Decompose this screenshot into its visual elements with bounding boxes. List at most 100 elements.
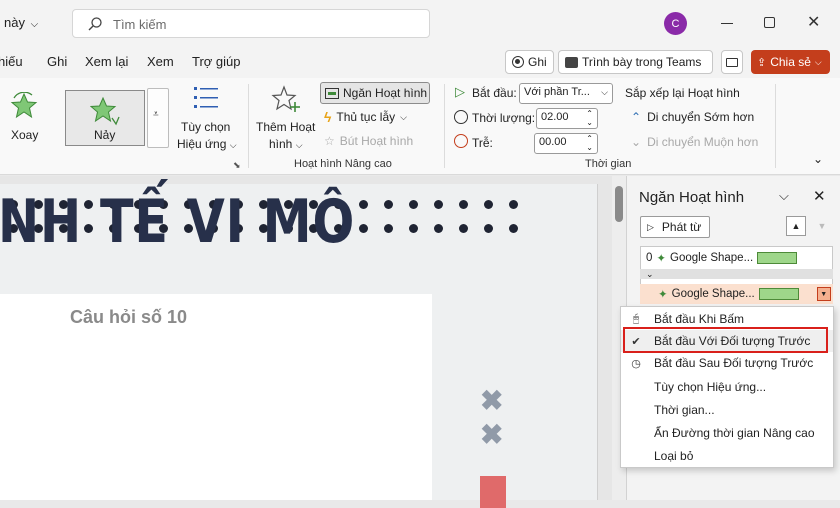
animation-painter-label: Bút Hoạt hình [339,134,414,148]
animation-item[interactable]: 0 ✦ Google Shape... [640,248,833,268]
spinner-icon[interactable]: ⌃ ⌄ [586,109,593,127]
minimize-icon[interactable] [721,23,733,24]
bounce-star-icon [90,96,120,126]
chevron-more-icon: ⩡ [153,109,159,120]
menu-start-after-previous[interactable]: ◷ Bắt đầu Sau Đối tượng Trước [621,352,833,374]
highlight-annotation [623,327,828,353]
search-input[interactable]: Tìm kiếm [72,9,430,38]
add-animation-button[interactable]: Thêm Hoạt hình ⌵ [252,82,318,154]
avatar[interactable]: C [664,12,687,35]
menu-record[interactable]: Ghi [47,54,67,69]
share-label: Chia sẻ [770,55,811,69]
start-select[interactable]: Với phần Tr... ⌵ [519,83,613,104]
expand-row[interactable]: ⌄ [640,269,833,279]
start-select-value: Với phần Tr... [524,86,590,98]
effect-bounce-label: Nảy [94,128,116,142]
effect-options-label-1: Tùy chọn [181,120,231,134]
restore-icon[interactable] [764,17,775,28]
menu-remove[interactable]: Loại bỏ [621,445,833,467]
animation-pane-icon [325,87,339,99]
add-animation-label-1: Thêm Hoạt [256,120,316,134]
effect-options-icon [194,87,218,108]
decor-cross-icon: ✖ [480,385,504,416]
separator [775,84,776,168]
share-icon: ⇪ [757,56,767,69]
chevron-down-icon: ⌄ [631,135,642,149]
duration-label: Thời lượng: [472,111,536,125]
document-name-fragment[interactable]: này ⌵ [4,15,38,30]
expand-chevron-icon: ⌄ [646,269,654,279]
comments-button[interactable] [721,50,743,74]
spinner-icon[interactable]: ⌃ ⌄ [586,134,593,152]
animation-pane-label: Ngăn Hoạt hình [343,86,428,100]
ribbon-collapse-icon[interactable]: ⌄ [813,152,823,166]
present-in-teams-label: Trình bày trong Teams [582,55,702,69]
bounce-star-icon: ✦ [656,253,667,265]
move-down-button[interactable]: ▼ [812,216,832,236]
animation-item-selected[interactable]: ✦ Google Shape... ▼ [640,284,833,304]
clock-icon: ◷ [631,357,641,370]
painter-icon: ☆ [324,134,335,148]
slide-subtitle[interactable]: Câu hỏi số 10 [70,307,187,328]
group-timing-label: Thời gian [585,158,632,170]
effect-bounce[interactable]: Nảy [65,90,145,146]
item-dropdown-button[interactable]: ▼ [816,287,831,301]
effect-spin[interactable]: Xoay [0,90,50,148]
animation-painter-button[interactable]: ☆ Bút Hoạt hình [324,134,413,148]
chevron-down-icon: ⌵ [30,19,39,30]
chevron-down-icon: ⌵ [601,87,608,97]
menu-hide-advanced-timeline-label: Ẩn Đường thời gian Nâng cao [654,426,815,440]
animation-pane-button[interactable]: Ngăn Hoạt hình [320,82,430,104]
menu-help[interactable]: Trợ giúp [192,54,241,69]
decor-red-bar [480,476,506,508]
document-name: này [4,15,25,30]
share-button[interactable]: ⇪ Chia sẻ ⌵ [751,50,830,74]
move-later-label: Di chuyển Muộn hơn [647,135,759,149]
close-icon[interactable]: ✕ [807,12,820,32]
menu-start-on-click-label: Bắt đầu Khi Bấm [654,312,745,326]
start-icon: ▷ [455,84,465,99]
add-animation-label-2: hình ⌵ [269,137,303,151]
spin-star-icon [10,92,38,119]
menu-timing[interactable]: Thời gian... [621,399,833,421]
record-icon [512,56,524,68]
animation-item-index: 0 [646,252,653,264]
duration-input[interactable]: 02.00 ⌃ ⌄ [536,108,598,129]
search-placeholder: Tìm kiếm [113,17,167,32]
menu-timing-label: Thời gian... [654,403,715,417]
move-later-button[interactable]: ⌄ Di chuyển Muộn hơn [631,135,758,149]
play-from-button[interactable]: ▷ Phát từ [640,216,710,238]
title-panel [0,294,432,500]
record-button[interactable]: Ghi [505,50,554,74]
menu-review[interactable]: Xem lại [85,54,128,69]
present-in-teams-button[interactable]: Trình bày trong Teams [558,50,713,74]
menu-hide-advanced-timeline[interactable]: Ẩn Đường thời gian Nâng cao [621,422,833,444]
teams-icon [565,56,578,68]
dialog-launcher-icon[interactable]: ⬊ [233,160,241,171]
add-animation-star-icon [271,85,300,112]
menu-remove-label: Loại bỏ [654,449,694,463]
menu-view[interactable]: Xem [147,54,174,69]
delay-label: Trễ: [472,136,493,150]
chevron-down-icon: ⌵ [400,111,407,122]
menu-effect-options[interactable]: Tùy chọn Hiệu ứng... [621,376,833,398]
effect-options-label-2: Hiệu ứng ⌵ [177,137,237,151]
scrollbar-thumb[interactable] [615,186,623,222]
decor-cross-icon: ✖ [480,419,504,450]
gallery-more-button[interactable]: ⩡ [147,88,169,148]
comment-icon [726,57,738,67]
trigger-button[interactable]: ϟ Thủ tục lẫy ⌵ [324,109,407,125]
bounce-star-icon: ✦ [658,289,668,301]
reorder-title: Sắp xếp lại Hoạt hình [625,86,740,100]
chevron-down-icon[interactable]: ⌵ [779,188,789,204]
effect-options-button[interactable]: Tùy chọn Hiệu ứng ⌵ [175,82,237,154]
move-earlier-button[interactable]: ⌃ Di chuyển Sớm hơn [631,110,754,124]
close-icon[interactable]: ✕ [813,187,826,205]
delay-input[interactable]: 00.00 ⌃ ⌄ [534,133,598,154]
animation-item-label: Google Shape... [670,252,754,264]
slide-title[interactable]: NH TẾ VI MÔ [0,187,355,257]
move-up-button[interactable]: ▲ [786,216,806,236]
search-icon [88,17,102,31]
menu-slideshow[interactable]: hiếu [0,54,23,69]
animation-item-label: Google Shape... [671,288,755,300]
